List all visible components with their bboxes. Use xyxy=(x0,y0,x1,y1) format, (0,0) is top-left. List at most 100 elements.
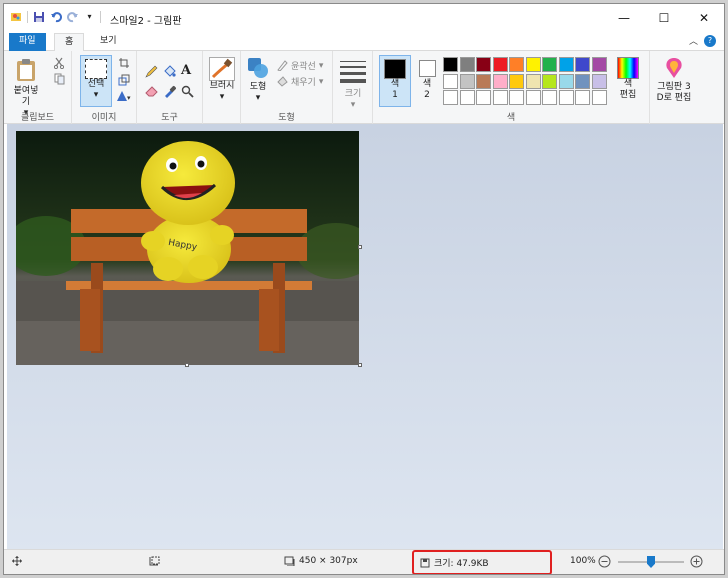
customize-qat-icon[interactable]: ▾ xyxy=(83,10,96,23)
fill-icon[interactable] xyxy=(163,65,176,81)
tools-group: A 도구 xyxy=(137,51,203,124)
undo-icon[interactable] xyxy=(49,10,62,23)
minimize-button[interactable]: — xyxy=(604,4,644,31)
palette-swatch[interactable] xyxy=(542,73,557,89)
tab-view[interactable]: 보기 xyxy=(90,33,127,51)
eraser-icon[interactable] xyxy=(145,85,158,100)
clipboard-group: 붙여넣기 ▾ 클립보드 xyxy=(4,51,72,124)
edit-colors-button[interactable]: 색 편집 xyxy=(613,57,643,101)
save-icon[interactable] xyxy=(32,10,45,23)
custom-color-slot[interactable] xyxy=(558,90,574,105)
text-icon[interactable]: A xyxy=(181,63,191,78)
fill-button[interactable]: 채우기 ▾ xyxy=(277,75,323,88)
color2-label: 색 2 xyxy=(422,79,432,100)
shapes-group-label: 도형 xyxy=(278,113,295,123)
zoom-in-button[interactable] xyxy=(690,555,703,568)
palette-swatch[interactable] xyxy=(591,73,607,89)
custom-color-slot[interactable] xyxy=(509,90,524,105)
palette-swatch[interactable] xyxy=(558,73,574,89)
custom-color-slot[interactable] xyxy=(459,90,475,105)
color1-swatch xyxy=(384,59,406,79)
cut-icon[interactable] xyxy=(53,57,65,72)
paste-label: 붙여넣기 xyxy=(13,86,39,107)
resize-handle-right[interactable] xyxy=(358,245,362,249)
palette-swatch[interactable] xyxy=(591,57,607,72)
custom-color-slot[interactable] xyxy=(525,90,541,105)
crop-icon[interactable] xyxy=(118,57,130,72)
rotate-icon[interactable]: ▾ xyxy=(116,90,132,105)
palette-swatch[interactable] xyxy=(509,73,524,89)
shapes-button[interactable]: 도형 ▾ xyxy=(245,57,271,104)
palette-swatch[interactable] xyxy=(575,57,590,72)
palette-swatch[interactable] xyxy=(443,73,458,89)
tab-file[interactable]: 파일 xyxy=(9,33,46,51)
palette-swatch[interactable] xyxy=(525,57,541,72)
size-button[interactable]: 크기 ▾ xyxy=(340,59,366,111)
smiley-on-bench-image: Happy xyxy=(16,131,359,365)
outline-button[interactable]: 윤곽선 ▾ xyxy=(277,59,323,72)
custom-color-slot[interactable] xyxy=(443,90,458,105)
resize-icon[interactable] xyxy=(118,74,130,89)
zoom-level-text: 100% xyxy=(570,556,596,566)
fill-label: 채우기 xyxy=(291,78,316,88)
resize-handle-corner[interactable] xyxy=(358,363,362,367)
outline-dropdown-icon: ▾ xyxy=(318,60,324,71)
custom-color-slot[interactable] xyxy=(591,90,607,105)
zoom-out-button[interactable] xyxy=(598,555,611,568)
palette-swatch[interactable] xyxy=(476,73,491,89)
brushes-group: 브러시 ▾ xyxy=(203,51,241,124)
brush-icon xyxy=(209,57,235,81)
color-picker-icon[interactable] xyxy=(163,85,177,101)
shapes-group: 도형 ▾ 윤곽선 ▾ 채우기 ▾ 도형 xyxy=(241,51,333,124)
palette-swatch[interactable] xyxy=(492,57,508,72)
magnifier-icon[interactable] xyxy=(181,85,194,101)
custom-color-slot[interactable] xyxy=(575,90,590,105)
zoom-slider-track[interactable] xyxy=(618,556,684,568)
maximize-button[interactable]: ☐ xyxy=(644,4,684,31)
palette-swatch[interactable] xyxy=(509,57,524,72)
palette-swatch[interactable] xyxy=(476,57,491,72)
palette-swatch[interactable] xyxy=(459,57,475,72)
help-icon[interactable]: ? xyxy=(704,34,716,47)
paint-window: ▾ 스마일2 - 그림판 — ☐ ✕ 파일 홈 보기 ︿ ? 붙여넣기 ▾ 클립… xyxy=(3,3,725,575)
palette-swatch[interactable] xyxy=(459,73,475,89)
redo-icon[interactable] xyxy=(66,10,79,23)
image-size-text: 450 × 307px xyxy=(299,556,358,566)
canvas-workspace[interactable]: Happy xyxy=(7,124,723,552)
custom-color-slot[interactable] xyxy=(492,90,508,105)
custom-color-slot[interactable] xyxy=(542,90,557,105)
collapse-ribbon-icon[interactable]: ︿ xyxy=(689,34,698,47)
color1-button[interactable]: 색 1 xyxy=(379,55,411,107)
copy-icon[interactable] xyxy=(54,73,65,88)
shapes-icon xyxy=(248,58,268,78)
color2-button[interactable]: 색 2 xyxy=(415,55,439,107)
palette-swatch[interactable] xyxy=(542,57,557,72)
paint-app-icon xyxy=(10,10,23,23)
edit-colors-icon xyxy=(617,57,639,79)
palette-swatch[interactable] xyxy=(558,57,574,72)
custom-color-slot[interactable] xyxy=(476,90,491,105)
zoom-slider-thumb[interactable] xyxy=(647,556,655,568)
pencil-icon[interactable] xyxy=(145,65,158,81)
color-palette xyxy=(443,57,613,109)
close-button[interactable]: ✕ xyxy=(684,4,724,31)
size-label: 크기 xyxy=(344,89,362,99)
window-controls: — ☐ ✕ xyxy=(604,4,724,31)
palette-swatch[interactable] xyxy=(525,73,541,89)
outline-icon xyxy=(277,60,288,71)
select-button[interactable]: 선택 ▾ xyxy=(80,55,112,107)
palette-swatch[interactable] xyxy=(575,73,590,89)
file-size-text: 크기: 47.9KB xyxy=(434,559,489,569)
canvas-image[interactable]: Happy xyxy=(16,131,359,365)
image-group: 선택 ▾ ▾ 이미지 xyxy=(72,51,137,124)
brushes-button[interactable]: 브러시 ▾ xyxy=(206,57,238,103)
paint3d-icon xyxy=(666,58,682,78)
edit-with-paint3d-button[interactable]: 그림판 3 D로 편집 xyxy=(652,57,696,104)
tab-home[interactable]: 홈 xyxy=(54,33,85,51)
select-dropdown-icon: ▾ xyxy=(93,90,99,100)
svg-text:▾: ▾ xyxy=(127,94,131,102)
palette-swatch[interactable] xyxy=(443,57,458,72)
resize-handle-bottom[interactable] xyxy=(185,363,189,367)
image-size-status: 450 × 307px xyxy=(284,556,358,566)
palette-swatch[interactable] xyxy=(492,73,508,89)
